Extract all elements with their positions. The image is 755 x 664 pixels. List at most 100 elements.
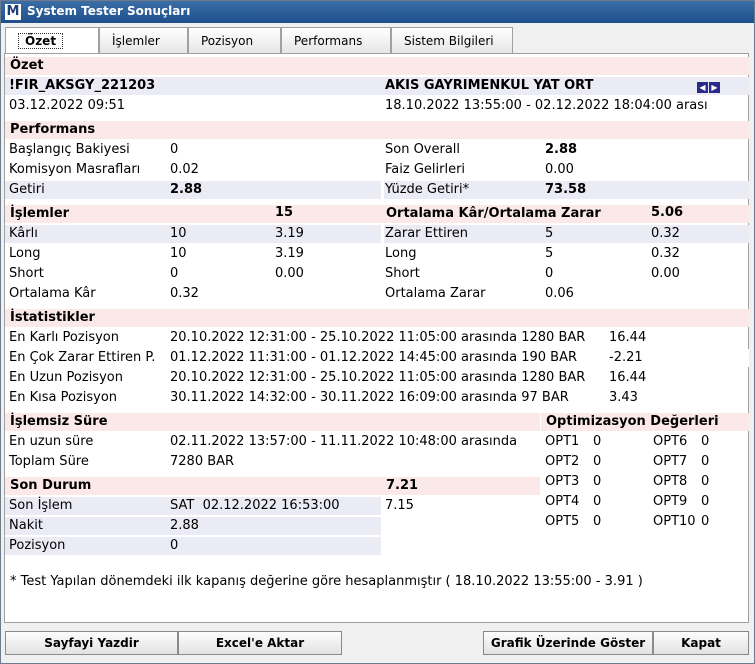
stat-value: 16.44 [609, 370, 647, 385]
islemler-title: İşlemler [10, 206, 70, 221]
stat-label: En Çok Zarar Ettiren P. [9, 350, 156, 365]
opt-name: OPT5 [545, 514, 580, 529]
status-label: Son İşlem [9, 498, 73, 513]
islem-count: 0 [170, 266, 179, 281]
opt-value: 0 [593, 494, 602, 509]
islem-count: 5 [545, 246, 554, 261]
section-islemsiz-sure-header: İşlemsiz Süre [5, 413, 540, 431]
title-bar: M System Tester Sonuçları [1, 1, 754, 23]
tab-performans[interactable]: Performans [281, 27, 391, 53]
islem-label: Short [385, 266, 420, 281]
stat-detail: 30.11.2022 14:32:00 - 30.11.2022 16:09:0… [170, 390, 569, 405]
stat-value: -2.21 [609, 350, 643, 365]
opt-value: 0 [701, 474, 710, 489]
tab-pozisyon[interactable]: Pozisyon [188, 27, 281, 53]
next-arrow-icon[interactable]: ▶ [709, 82, 720, 93]
print-button[interactable]: Sayfayi Yazdir [5, 631, 178, 655]
islem-count: 0.06 [545, 286, 574, 301]
footnote: * Test Yapılan dönemdeki ilk kapanış değ… [10, 574, 643, 589]
status-label: Pozisyon [9, 538, 66, 553]
tab-bar: Özet İşlemler Pozisyon Performans Sistem… [5, 27, 750, 54]
perf-value: 0.00 [545, 162, 574, 177]
app-logo-icon: M [5, 4, 21, 20]
islem-count: 10 [170, 246, 187, 261]
tab-label: Pozisyon [201, 34, 254, 48]
symbol-code: !FIR_AKSGY_221203 [9, 78, 156, 93]
status-label: Nakit [9, 518, 43, 533]
symbol-name: AKIS GAYRIMENKUL YAT ORT [385, 78, 594, 93]
islem-label: Long [9, 246, 41, 261]
perf-label: Faiz Gelirleri [385, 162, 466, 177]
son-durum-value: 7.21 [381, 477, 540, 495]
opt-name: OPT10 [653, 514, 696, 529]
stat-detail: 20.10.2022 12:31:00 - 25.10.2022 11:05:0… [170, 370, 586, 385]
section-ozet-header: Özet [5, 57, 749, 75]
stat-label: En Uzun Pozisyon [9, 370, 123, 385]
section-optimizasyon-header: Optimizasyon Değerleri [541, 413, 749, 431]
section-istatistikler-header: İstatistikler [5, 309, 749, 327]
islem-label: Kârlı [9, 226, 38, 241]
opt-name: OPT4 [545, 494, 580, 509]
perf-value: 0 [170, 142, 179, 157]
test-range-dates: 18.10.2022 13:55:00 - 02.12.2022 18:04:0… [385, 98, 672, 113]
opt-value: 0 [701, 494, 710, 509]
show-on-chart-button[interactable]: Grafik Üzerinde Göster [483, 631, 653, 655]
opt-value: 0 [593, 514, 602, 529]
islemler-total: 15 [275, 205, 294, 220]
idle-value: 7280 BAR [170, 454, 235, 469]
perf-label: Komisyon Masrafları [9, 162, 141, 177]
perf-label: Yüzde Getiri* [385, 182, 470, 197]
export-excel-button[interactable]: Excel'e Aktar [178, 631, 342, 655]
highlight-row [5, 225, 381, 243]
islem-value: 0.32 [651, 246, 680, 261]
islem-label: Ortalama Kâr [9, 286, 96, 301]
idle-label: En uzun süre [9, 434, 94, 449]
perf-value: 73.58 [545, 182, 587, 197]
islem-count: 5 [545, 226, 554, 241]
status-value: 0 [170, 538, 179, 553]
tab-ozet[interactable]: Özet [5, 27, 99, 54]
ort-kar-zarar-title: Ortalama Kâr/Ortalama Zarar [386, 206, 601, 221]
islem-count: 0.32 [170, 286, 199, 301]
islem-label: Ortalama Zarar [385, 286, 486, 301]
report-date: 03.12.2022 09:51 [9, 98, 126, 113]
perf-value: 2.88 [170, 182, 203, 197]
islem-count: 10 [170, 226, 187, 241]
tab-sistem-bilgileri[interactable]: Sistem Bilgileri [391, 27, 513, 53]
ort-kar-zarar-value: 5.06 [651, 205, 684, 220]
tab-label: Özet [18, 33, 64, 49]
opt-name: OPT8 [653, 474, 688, 489]
islem-value: 0.00 [651, 266, 680, 281]
close-button[interactable]: Kapat [653, 631, 749, 655]
prev-arrow-icon[interactable]: ◀ [697, 82, 708, 93]
window-title: System Tester Sonuçları [27, 4, 191, 18]
stat-value: 3.43 [609, 390, 638, 405]
opt-value: 0 [701, 434, 710, 449]
test-range-suffix: arası [676, 98, 708, 113]
islem-value: 0.00 [275, 266, 304, 281]
stat-label: En Karlı Pozisyon [9, 330, 119, 345]
tab-islemler[interactable]: İşlemler [99, 27, 188, 53]
section-ort-kar-zarar-header: Ortalama Kâr/Ortalama Zarar [381, 205, 749, 223]
islem-value: 0.32 [651, 226, 680, 241]
stat-value: 16.44 [609, 330, 647, 345]
islem-label: Short [9, 266, 44, 281]
tab-label: Performans [294, 34, 363, 48]
opt-name: OPT2 [545, 454, 580, 469]
idle-label: Toplam Süre [9, 454, 89, 469]
opt-name: OPT7 [653, 454, 688, 469]
stat-label: En Kısa Pozisyon [9, 390, 118, 405]
tab-label: Sistem Bilgileri [404, 34, 494, 48]
opt-value: 0 [701, 454, 710, 469]
islem-value: 3.19 [275, 246, 304, 261]
status-value: SAT 02.12.2022 16:53:00 [170, 498, 340, 513]
perf-label: Başlangıç Bakiyesi [9, 142, 130, 157]
opt-value: 0 [593, 434, 602, 449]
row-bg [5, 245, 381, 263]
opt-value: 0 [593, 454, 602, 469]
section-islemler-header: İşlemler [5, 205, 381, 223]
idle-value: 02.11.2022 13:57:00 - 11.11.2022 10:48:0… [170, 434, 518, 449]
section-son-durum-header: Son Durum [5, 477, 381, 495]
opt-name: OPT9 [653, 494, 688, 509]
status-extra: 7.15 [385, 498, 414, 513]
